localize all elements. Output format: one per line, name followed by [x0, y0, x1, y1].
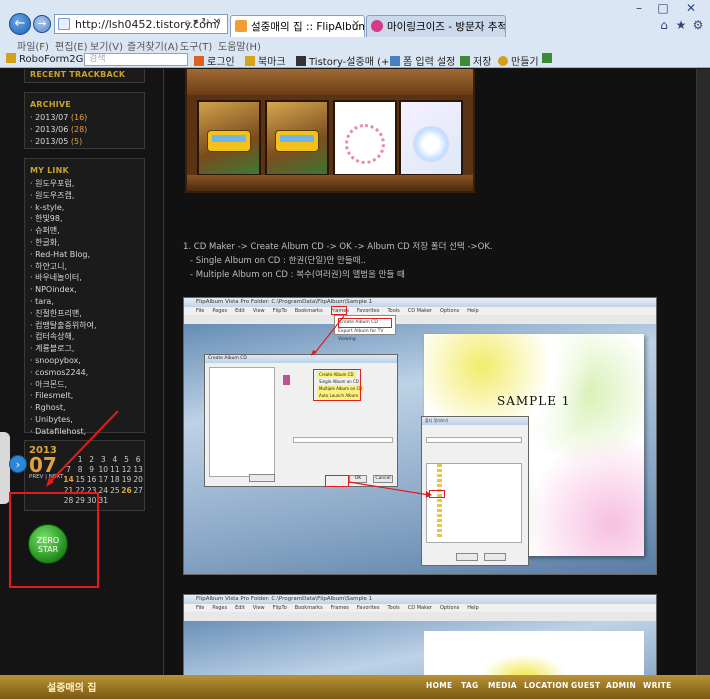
blog-footer-bar: 설중매의 집 HOME TAG MEDIA LOCATION GUEST ADM…	[0, 675, 710, 699]
nav-location[interactable]: LOCATION	[524, 681, 569, 690]
browser-chrome: ← → http://lsh0452.tistory.com/ ⌕▾↻✕ 설중매…	[0, 0, 710, 68]
roboform-icon	[6, 53, 16, 63]
close-tab-icon[interactable]: ✕	[352, 19, 360, 30]
nav-row: ← → http://lsh0452.tistory.com/ ⌕▾↻✕ 설중매…	[0, 1, 710, 38]
nav-tag[interactable]: TAG	[461, 681, 478, 690]
bookmark-button[interactable]: 북마크	[245, 53, 286, 68]
tistory-bookmark-link[interactable]: Tistory-설중매 (+2)	[296, 53, 400, 68]
tab-favicon-icon	[371, 20, 383, 32]
home-small-icon[interactable]	[542, 53, 555, 65]
tab-active[interactable]: 설중매의 집 :: FlipAlbum 7... ✕	[230, 15, 365, 37]
tab-title: 마이링크이즈 - 방문자 추적 ...	[387, 21, 506, 33]
favorites-star-icon[interactable]: ★	[674, 18, 688, 32]
login-button[interactable]: 로그인	[194, 53, 235, 68]
save-button[interactable]: 저장	[460, 53, 491, 68]
tistory-icon	[296, 56, 306, 66]
menu-file[interactable]: 파일(F)	[17, 38, 49, 53]
menu-favorites[interactable]: 즐겨찾기(A)	[127, 38, 178, 53]
nav-guest[interactable]: GUEST	[571, 681, 600, 690]
annotation-arrow-main	[46, 410, 119, 487]
tab-title: 설중매의 집 :: FlipAlbum 7...	[251, 21, 365, 33]
nav-write[interactable]: WRITE	[643, 681, 672, 690]
login-icon	[194, 56, 204, 66]
create-button[interactable]: 만들기	[498, 53, 539, 68]
tab-inactive[interactable]: 마이링크이즈 - 방문자 추적 ...	[366, 15, 506, 37]
form-input-settings-button[interactable]: 폼 입력 설정	[390, 53, 455, 68]
bookmark-icon	[245, 56, 255, 66]
menu-view[interactable]: 보기(V)	[90, 38, 123, 53]
roboform-toolbar[interactable]: RoboForm2Go	[6, 53, 90, 65]
menu-bar: 파일(F) 편집(E) 보기(V) 즐겨찾기(A) 도구(T) 도움말(H)	[0, 38, 710, 53]
back-button[interactable]: ←	[9, 13, 31, 35]
nav-admin[interactable]: ADMIN	[606, 681, 636, 690]
blog-title[interactable]: 설중매의 집	[47, 679, 96, 694]
settings-gear-icon[interactable]: ⚙	[691, 18, 705, 32]
menu-edit[interactable]: 편집(E)	[55, 38, 88, 53]
address-bar[interactable]: http://lsh0452.tistory.com/ ⌕▾↻✕	[54, 14, 228, 34]
page-icon	[58, 18, 70, 30]
menu-tools[interactable]: 도구(T)	[180, 38, 212, 53]
roboform-search-input[interactable]: 검색	[84, 53, 188, 66]
footer-nav: HOME TAG MEDIA LOCATION GUEST ADMIN WRIT…	[420, 675, 696, 699]
forward-button[interactable]: →	[33, 15, 51, 33]
tab-favicon-icon	[235, 20, 247, 32]
maximize-button[interactable]: □	[656, 1, 670, 15]
home-icon[interactable]: ⌂	[657, 18, 671, 32]
favorites-bar: RoboForm2Go 검색 로그인 북마크 Tistory-설중매 (+2) …	[0, 52, 710, 68]
form-settings-icon	[390, 56, 400, 66]
menu-help[interactable]: 도움말(H)	[218, 38, 261, 53]
create-icon	[498, 56, 508, 66]
nav-home[interactable]: HOME	[426, 681, 452, 690]
nav-media[interactable]: MEDIA	[488, 681, 517, 690]
minimize-button[interactable]: –	[632, 1, 646, 15]
web-page: RECENT TRACKBACK ARCHIVE · 2013/07 (16) …	[0, 69, 710, 699]
save-icon	[460, 56, 470, 66]
address-tools-icon[interactable]: ⌕▾↻✕	[185, 17, 224, 28]
close-window-button[interactable]: ✕	[684, 1, 698, 15]
